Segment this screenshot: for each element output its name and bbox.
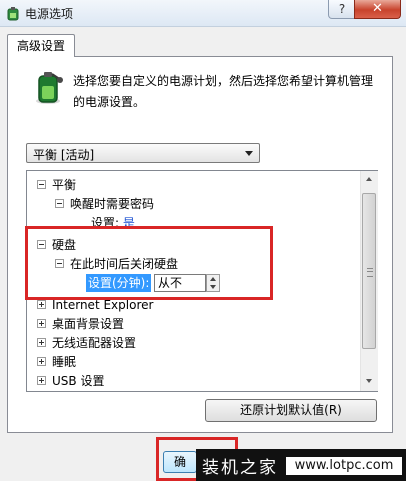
tree-item-label: 平衡 — [52, 178, 77, 192]
battery-icon — [36, 72, 63, 104]
expand-icon[interactable] — [37, 357, 46, 366]
tree-item-wireless-adapter[interactable]: 无线适配器设置 — [37, 334, 136, 352]
expand-icon[interactable] — [37, 319, 46, 328]
ok-button[interactable]: 确 — [163, 451, 197, 473]
tree-item-label: 桌面背景设置 — [52, 317, 125, 331]
expand-icon[interactable] — [37, 376, 46, 385]
tree-item-label: USB 设置 — [52, 374, 105, 388]
restore-defaults-button[interactable]: 还原计划默认值(R) — [205, 399, 377, 422]
tree-item-label: 睡眠 — [52, 355, 77, 369]
tree-item-sleep[interactable]: 睡眠 — [37, 353, 76, 371]
collapse-icon[interactable] — [37, 180, 46, 189]
tree-scrollbar[interactable] — [360, 171, 378, 391]
help-button[interactable]: ? — [328, 0, 356, 19]
expand-icon[interactable] — [37, 300, 46, 309]
tree-item-label: 无线适配器设置 — [52, 336, 137, 350]
tree-item-balanced[interactable]: 平衡 — [37, 176, 76, 194]
description-text: 选择您要自定义的电源计划，然后选择您希望计算机管理的电源设置。 — [73, 74, 374, 109]
scroll-up-icon[interactable] — [366, 177, 372, 181]
tree-item-desktop-background[interactable]: 桌面背景设置 — [37, 315, 124, 333]
expand-icon[interactable] — [37, 338, 46, 347]
collapse-icon[interactable] — [55, 199, 64, 208]
close-button[interactable]: ✕ — [354, 0, 401, 19]
watermark: 装机之家 www.lotpc.com — [196, 449, 406, 481]
tab-advanced-settings[interactable]: 高级设置 — [7, 34, 75, 57]
tree-item-label: 唤醒时需要密码 — [70, 197, 155, 211]
power-plan-select-value: 平衡 [活动] — [33, 148, 95, 162]
window-title: 电源选项 — [25, 7, 74, 21]
chevron-down-icon[interactable] — [245, 151, 253, 156]
watermark-url: www.lotpc.com — [286, 457, 402, 475]
power-plan-select[interactable]: 平衡 [活动] — [26, 143, 260, 163]
title-bar: 电源选项 ? ✕ — [0, 0, 406, 27]
scroll-down-icon[interactable] — [366, 379, 372, 383]
grip-icon — [367, 268, 373, 277]
power-options-icon — [7, 7, 19, 21]
tree-item-wake-password[interactable]: 唤醒时需要密码 — [55, 195, 154, 213]
tree-item-usb-settings[interactable]: USB 设置 — [37, 372, 104, 390]
scrollbar-thumb[interactable] — [362, 193, 376, 349]
annotation-highlight-box — [25, 226, 273, 300]
tree-item-label: Internet Explorer — [52, 298, 154, 312]
watermark-text: 装机之家 — [202, 458, 278, 478]
